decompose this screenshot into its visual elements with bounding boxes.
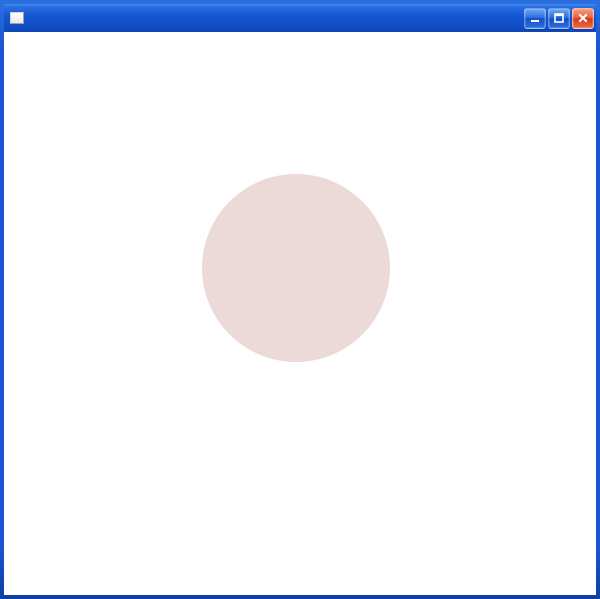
minimize-icon <box>529 12 541 24</box>
application-window <box>0 0 600 599</box>
titlebar <box>4 4 596 32</box>
titlebar-left <box>10 12 30 24</box>
close-button[interactable] <box>572 8 594 29</box>
window-controls <box>524 8 594 29</box>
maximize-icon <box>553 12 565 24</box>
close-icon <box>577 12 589 24</box>
canvas-circle <box>202 174 390 362</box>
client-area <box>4 32 596 595</box>
maximize-button[interactable] <box>548 8 570 29</box>
minimize-button[interactable] <box>524 8 546 29</box>
app-icon <box>10 12 24 24</box>
